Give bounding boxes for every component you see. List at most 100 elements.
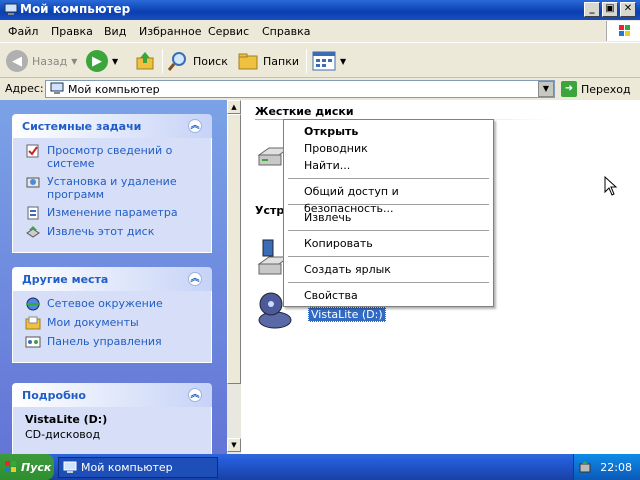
- system-tasks-body: Просмотр сведений о системе Установка и …: [12, 138, 212, 253]
- context-menu: Открыть Проводник Найти... Общий доступ …: [283, 119, 494, 307]
- menu-tools[interactable]: Сервис: [208, 25, 249, 38]
- chevron-down-icon: ▼: [112, 56, 119, 66]
- task-add-remove-programs[interactable]: Установка и удаление программ: [25, 175, 203, 201]
- start-label: Пуск: [21, 460, 52, 474]
- system-info-icon: [25, 144, 41, 158]
- collapse-chevron-icon[interactable]: ︽: [188, 119, 202, 133]
- go-arrow-icon: ➜: [561, 81, 577, 97]
- computer-icon: [63, 461, 77, 473]
- mouse-cursor-icon: [604, 176, 618, 196]
- toolbar-separator: [306, 49, 307, 73]
- vertical-scrollbar[interactable]: ▲ ▼: [227, 100, 241, 454]
- details-panel: Подробно ︽ VistaLite (D:) CD-дисковод: [12, 383, 212, 454]
- search-button[interactable]: Поиск: [167, 50, 228, 72]
- add-remove-programs-icon: [25, 175, 41, 189]
- up-folder-button[interactable]: [134, 50, 156, 72]
- menu-favorites[interactable]: Избранное: [139, 25, 201, 38]
- settings-icon: [25, 206, 41, 220]
- details-title: Подробно: [22, 388, 86, 402]
- menu-item-create-shortcut[interactable]: Создать ярлык: [286, 261, 491, 278]
- details-type: CD-дисковод: [25, 428, 101, 441]
- scroll-up-button[interactable]: ▲: [227, 100, 241, 114]
- collapse-chevron-icon[interactable]: ︽: [188, 388, 202, 402]
- title-bar[interactable]: Мой компьютер _ ▣ ✕: [0, 0, 640, 20]
- go-button[interactable]: ➜ Переход: [561, 80, 637, 98]
- collapse-chevron-icon[interactable]: ︽: [188, 272, 202, 286]
- windows-logo-icon: [606, 21, 640, 41]
- back-button[interactable]: ◀ Назад ▼: [6, 50, 77, 72]
- clock[interactable]: 22:08: [600, 461, 632, 474]
- place-my-documents[interactable]: Мои документы: [25, 316, 203, 330]
- menu-item-explorer[interactable]: Проводник: [286, 140, 491, 157]
- menu-file[interactable]: Файл: [8, 25, 38, 38]
- search-icon: [167, 52, 186, 71]
- search-label: Поиск: [193, 54, 228, 68]
- taskbar-window-button[interactable]: Мой компьютер: [58, 457, 218, 478]
- toolbar: ◀ Назад ▼ ▶ ▼ Поиск Папки ▼: [0, 42, 640, 78]
- folders-button[interactable]: Папки: [237, 50, 299, 72]
- details-header[interactable]: Подробно ︽: [12, 383, 212, 407]
- chevron-down-icon: ▼: [71, 56, 78, 66]
- views-button[interactable]: ▼: [312, 50, 346, 72]
- close-button[interactable]: ✕: [620, 2, 636, 17]
- toolbar-separator: [162, 49, 163, 73]
- address-label: Адрес:: [5, 82, 44, 95]
- other-places-panel: Другие места ︽ Сетевое окружение Мои док…: [12, 267, 212, 363]
- task-view-system-info[interactable]: Просмотр сведений о системе: [25, 144, 203, 170]
- minimize-button[interactable]: _: [584, 2, 600, 17]
- details-body: VistaLite (D:) CD-дисковод: [12, 407, 212, 454]
- menu-separator: [288, 178, 489, 179]
- place-network[interactable]: Сетевое окружение: [25, 297, 203, 311]
- group-hard-drives-title: Жесткие диски: [255, 105, 354, 118]
- window-title: Мой компьютер: [20, 2, 131, 16]
- maximize-button[interactable]: ▣: [602, 2, 618, 17]
- back-arrow-icon: ◀: [6, 50, 28, 72]
- address-input[interactable]: Мой компьютер: [45, 80, 555, 98]
- scroll-down-button[interactable]: ▼: [227, 438, 241, 452]
- menu-item-find[interactable]: Найти...: [286, 157, 491, 174]
- menu-item-open[interactable]: Открыть: [286, 123, 491, 140]
- network-icon: [25, 297, 41, 311]
- start-button[interactable]: Пуск: [0, 454, 54, 480]
- system-tasks-panel: Системные задачи ︽ Просмотр сведений о с…: [12, 114, 212, 253]
- system-tray: 22:08: [573, 454, 640, 480]
- task-pane: Системные задачи ︽ Просмотр сведений о с…: [0, 100, 227, 454]
- windows-logo-icon: [5, 461, 16, 472]
- menu-item-sharing-security[interactable]: Общий доступ и безопасность...: [286, 183, 491, 215]
- taskbar-window-label: Мой компьютер: [81, 461, 173, 474]
- menu-item-copy[interactable]: Копировать: [286, 235, 491, 252]
- control-panel-icon: [25, 335, 41, 349]
- details-name: VistaLite (D:): [25, 413, 108, 426]
- menu-item-properties[interactable]: Свойства: [286, 287, 491, 304]
- selected-drive-label[interactable]: VistaLite (D:): [308, 307, 386, 322]
- system-tasks-header[interactable]: Системные задачи ︽: [12, 114, 212, 138]
- menu-separator: [288, 282, 489, 283]
- forward-button[interactable]: ▶ ▼: [86, 50, 118, 72]
- menu-view[interactable]: Вид: [104, 25, 126, 38]
- place-control-panel[interactable]: Панель управления: [25, 335, 203, 349]
- menu-separator: [288, 256, 489, 257]
- system-tasks-title: Системные задачи: [22, 119, 142, 133]
- eject-disc-icon: [25, 225, 41, 239]
- task-eject-disc[interactable]: Извлечь этот диск: [25, 225, 203, 239]
- menu-help[interactable]: Справка: [262, 25, 310, 38]
- task-change-setting[interactable]: Изменение параметра: [25, 206, 203, 220]
- other-places-body: Сетевое окружение Мои документы Панель у…: [12, 291, 212, 363]
- address-dropdown-button[interactable]: ▼: [538, 81, 554, 97]
- up-folder-icon: [136, 52, 154, 70]
- forward-arrow-icon: ▶: [86, 50, 108, 72]
- other-places-title: Другие места: [22, 272, 109, 286]
- computer-icon: [50, 82, 64, 94]
- menu-edit[interactable]: Правка: [51, 25, 93, 38]
- views-icon: [312, 51, 336, 71]
- computer-icon: [4, 3, 18, 15]
- chevron-down-icon: ▼: [340, 56, 347, 66]
- safely-remove-hardware-icon[interactable]: [578, 460, 592, 474]
- go-label: Переход: [581, 82, 631, 96]
- scroll-thumb[interactable]: [227, 114, 241, 384]
- other-places-header[interactable]: Другие места ︽: [12, 267, 212, 291]
- address-value: Мой компьютер: [68, 82, 160, 96]
- folders-label: Папки: [263, 54, 299, 68]
- back-label: Назад: [32, 54, 68, 68]
- folders-icon: [238, 53, 258, 70]
